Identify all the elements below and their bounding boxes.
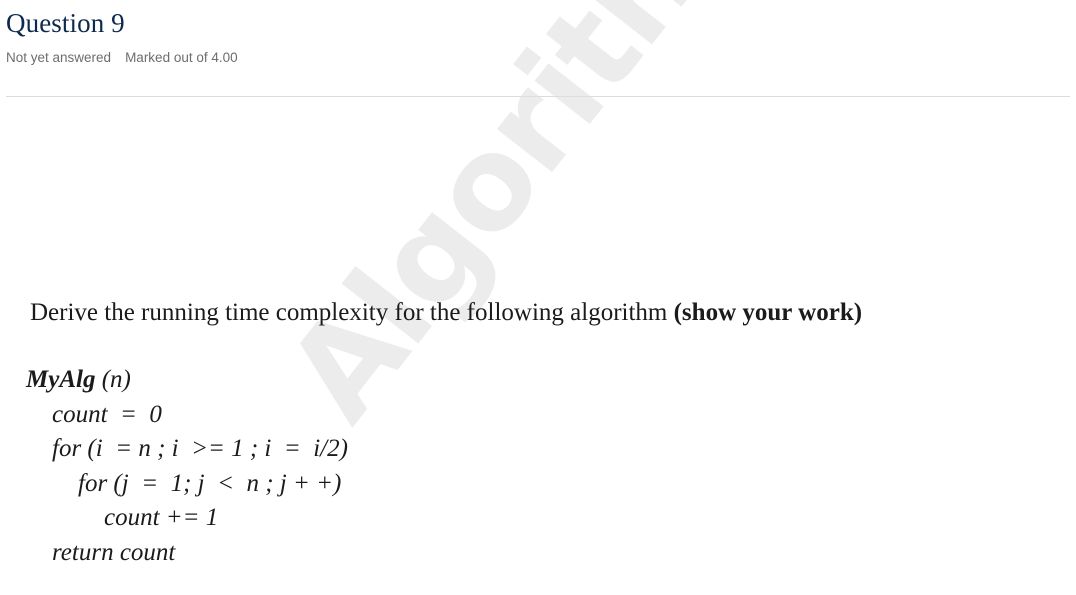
code-line: count = 0 — [26, 398, 646, 433]
code-line: MyAlg (n) — [26, 363, 646, 398]
algorithm-name: MyAlg — [26, 366, 96, 393]
code-line-text: count += 1 — [104, 504, 219, 531]
question-header: Question 9 Not yet answered Marked out of… — [6, 6, 1070, 67]
code-line: count += 1 — [26, 501, 646, 536]
question-status-line: Not yet answered Marked out of 4.00 — [6, 49, 1070, 67]
code-line: return count — [26, 536, 646, 571]
status-badge: Not yet answered — [6, 50, 112, 65]
page-title: Question 9 — [6, 8, 125, 38]
question-prompt-emphasis: (show your work) — [673, 299, 863, 326]
question-prompt-text: Derive the running time complexity for t… — [30, 299, 674, 326]
header-divider — [6, 96, 1070, 97]
code-line-text: (n) — [95, 366, 131, 393]
code-line-text: count = 0 — [52, 400, 162, 428]
code-line-text: for (i = n ; i >= 1 ; i = i/2) — [52, 435, 348, 462]
code-line: for (j = 1; j < n ; j + +) — [26, 467, 646, 502]
question-prompt: Derive the running time complexity for t… — [30, 298, 1050, 328]
marks-label: Marked out of 4.00 — [125, 50, 238, 65]
code-line-text: for (j = 1; j < n ; j + +) — [78, 469, 342, 497]
code-line: for (i = n ; i >= 1 ; i = i/2) — [26, 432, 646, 467]
algorithm-pseudocode: MyAlg (n) count = 0 for (i = n ; i >= 1 ; … — [26, 363, 646, 570]
code-line-text: return count — [52, 538, 176, 566]
question-page: Question 9 Not yet answered Marked out of… — [0, 0, 1076, 595]
